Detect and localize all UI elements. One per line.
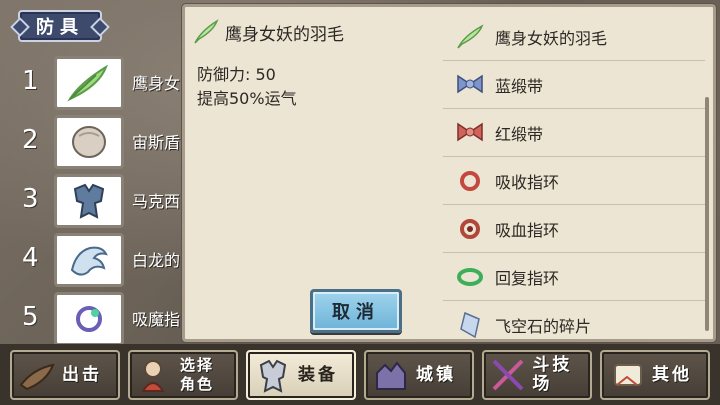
nav-arena[interactable]: 斗技场	[482, 350, 592, 400]
nav-label: 其他	[652, 364, 692, 385]
item-list: 鹰身女妖的羽毛 蓝缎带 红缎带 吸收指环 吸血指环 回复指环 飞空石的碎片	[443, 13, 705, 341]
item-label: 蓝缎带	[495, 76, 544, 96]
equipment-panel: 鹰身女妖的羽毛 防御力: 50 提高50%运气 取消 鹰身女妖的羽毛 蓝缎带 红…	[182, 4, 716, 342]
slot-name: 宙斯盾	[132, 133, 181, 152]
slot-number: 5	[22, 302, 39, 332]
item-label: 吸血指环	[495, 220, 560, 240]
luck-stat: 提高50%运气	[197, 89, 297, 108]
equip-slot-2[interactable]: 2 宙斯盾	[14, 115, 189, 171]
nav-label-line2: 角色	[180, 375, 215, 393]
detail-title: 鹰身女妖的羽毛	[225, 24, 344, 45]
nav-town[interactable]: 城镇	[364, 350, 474, 400]
ring-icon	[76, 306, 102, 332]
nav-label: 城镇	[416, 364, 456, 385]
crystal-shard-icon	[455, 310, 485, 340]
category-label: 防具	[36, 17, 84, 38]
feather-icon	[194, 19, 219, 44]
slot-number: 1	[22, 66, 39, 96]
item-label: 鹰身女妖的羽毛	[495, 28, 608, 48]
nav-label: 斗技场	[532, 355, 573, 394]
equipment-icon	[252, 354, 294, 396]
item-detail: 鹰身女妖的羽毛 防御力: 50 提高50%运气 取消	[185, 7, 441, 339]
slot-number: 4	[22, 243, 39, 273]
item-row-red-ribbon[interactable]: 红缎带	[443, 109, 705, 157]
bottom-nav: 出击 选择 角色 装备 城镇 斗技场 其他	[0, 344, 720, 405]
slot-name: 白龙的	[132, 251, 181, 270]
item-list-scrollbar[interactable]	[705, 97, 709, 331]
item-label: 回复指环	[495, 268, 560, 288]
slot-icon-frame	[54, 115, 124, 169]
category-tab[interactable]: 防具	[18, 10, 102, 42]
town-icon	[370, 354, 412, 396]
character-icon	[134, 354, 176, 396]
item-label: 飞空石的碎片	[495, 317, 592, 336]
item-label: 红缎带	[495, 124, 544, 144]
arena-icon	[488, 354, 528, 396]
red-ribbon-icon	[455, 118, 485, 148]
blood-ring-icon	[455, 214, 485, 244]
slot-name: 吸魔指	[132, 310, 181, 329]
slot-name: 马克西	[132, 192, 181, 211]
item-row-vampire-ring[interactable]: 吸血指环	[443, 205, 705, 253]
feather-icon	[67, 64, 108, 102]
equip-slot-3[interactable]: 3 马克西	[14, 174, 189, 230]
detail-header: 鹰身女妖的羽毛	[193, 19, 344, 45]
blue-ribbon-icon	[455, 70, 485, 100]
slot-icon-frame	[54, 56, 124, 110]
slot-number: 3	[22, 184, 39, 214]
nav-label-line1: 选择	[180, 356, 215, 374]
item-row-airship-stone-shard[interactable]: 飞空石的碎片	[443, 301, 705, 349]
equip-slot-1[interactable]: 1 鹰身女	[14, 56, 189, 112]
equip-slot-4[interactable]: 4 白龙的	[14, 233, 189, 289]
feather-icon	[455, 22, 485, 52]
defense-stat: 防御力: 50	[197, 65, 276, 84]
item-row-blue-ribbon[interactable]: 蓝缎带	[443, 61, 705, 109]
item-label: 吸收指环	[495, 172, 560, 192]
nav-equipment[interactable]: 装备	[246, 350, 356, 400]
slot-number: 2	[22, 125, 39, 155]
slot-icon-frame	[54, 174, 124, 228]
equip-slot-5[interactable]: 5 吸魔指	[14, 292, 189, 348]
slot-icon-frame	[54, 233, 124, 287]
nav-label: 出击	[62, 364, 102, 385]
slot-icon-frame	[54, 292, 124, 346]
nav-label: 装备	[298, 364, 338, 385]
armor-icon	[73, 183, 105, 219]
cancel-label: 取消	[332, 302, 380, 323]
dragon-icon	[70, 246, 108, 276]
shield-icon	[72, 126, 106, 158]
green-ring-icon	[455, 262, 485, 292]
red-ring-icon	[455, 166, 485, 196]
item-row-harpy-feather[interactable]: 鹰身女妖的羽毛	[443, 13, 705, 61]
slot-name: 鹰身女	[132, 74, 181, 93]
cancel-button[interactable]: 取消	[310, 289, 402, 333]
nav-other[interactable]: 其他	[600, 350, 710, 400]
item-row-absorb-ring[interactable]: 吸收指环	[443, 157, 705, 205]
other-icon	[606, 354, 648, 396]
nav-select-character[interactable]: 选择 角色	[128, 350, 238, 400]
item-row-recovery-ring[interactable]: 回复指环	[443, 253, 705, 301]
nav-label: 选择 角色	[180, 356, 214, 394]
sortie-icon	[16, 354, 58, 396]
nav-sortie[interactable]: 出击	[10, 350, 120, 400]
